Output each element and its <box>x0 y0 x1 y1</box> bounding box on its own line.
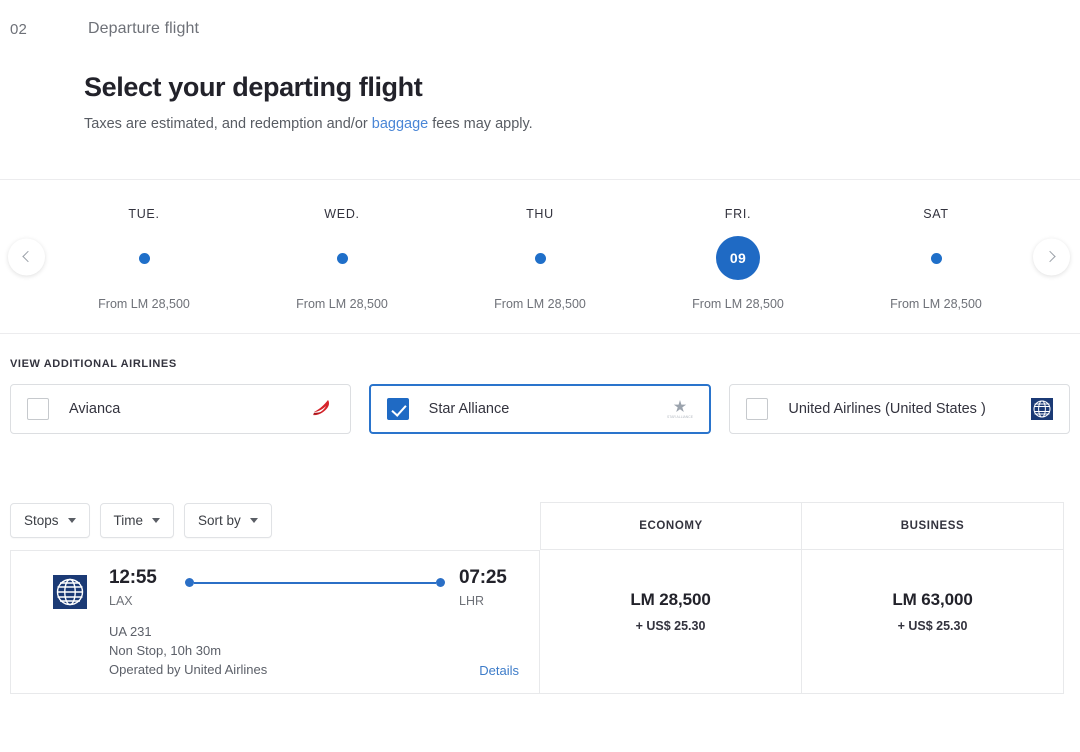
results-grid: Stops Time Sort by ECONOMY BUSINESS 12:5… <box>10 502 1070 694</box>
prev-dates-button[interactable] <box>8 238 45 275</box>
additional-airlines-label: VIEW ADDITIONAL AIRLINES <box>10 358 177 370</box>
sort-by-button[interactable]: Sort by <box>184 503 272 538</box>
date-price-label: From LM 28,500 <box>692 297 784 311</box>
sort-by-label: Sort by <box>198 513 241 528</box>
path-end-dot-icon <box>436 578 445 587</box>
chevron-right-icon <box>1044 250 1056 263</box>
date-selector: TUE. From LM 28,500 WED. From LM 28,500 … <box>0 179 1080 334</box>
step-number: 02 <box>10 20 28 38</box>
airline-option-star-alliance[interactable]: Star Alliance STAR ALLIANCE <box>368 384 712 434</box>
business-price: LM 63,000 <box>892 590 973 609</box>
arrival-airport-code: LHR <box>459 594 485 608</box>
date-dow-label: FRI. <box>724 207 752 221</box>
time-filter-button[interactable]: Time <box>99 503 175 538</box>
date-marker <box>534 235 546 281</box>
flight-path-graphic <box>171 567 459 587</box>
date-dot-icon <box>930 252 942 264</box>
svg-text:STAR ALLIANCE: STAR ALLIANCE <box>667 415 693 419</box>
intro-section: Select your departing flight Taxes are e… <box>0 44 1080 132</box>
departure-time: 12:55 <box>109 567 157 588</box>
date-price-label: From LM 28,500 <box>890 297 982 311</box>
star-alliance-checkbox[interactable] <box>386 398 409 420</box>
time-filter-label: Time <box>113 513 144 528</box>
chevron-down-icon <box>67 518 76 523</box>
column-header-business: BUSINESS <box>802 502 1064 550</box>
date-price-label: From LM 28,500 <box>296 297 388 311</box>
step-title: Departure flight <box>88 20 199 37</box>
operated-by: Operated by United Airlines <box>109 662 268 677</box>
date-marker <box>138 235 150 281</box>
taxes-note-prefix: Taxes are estimated, and redemption and/… <box>84 116 372 132</box>
stops-filter-label: Stops <box>24 513 59 528</box>
economy-price: LM 28,500 <box>630 590 711 609</box>
date-option-fri-selected[interactable]: FRI. 09 From LM 28,500 <box>639 180 837 333</box>
carrier-logo-icon <box>53 567 89 679</box>
chevron-left-icon <box>22 250 34 263</box>
flight-meta: UA 231 Non Stop, 10h 30m Operated by Uni… <box>109 622 521 679</box>
avianca-logo-icon <box>304 396 334 422</box>
date-price-label: From LM 28,500 <box>98 297 190 311</box>
flight-results: Stops Time Sort by ECONOMY BUSINESS 12:5… <box>0 502 1080 694</box>
arrival-time: 07:25 <box>459 567 507 588</box>
date-option-wed[interactable]: WED. From LM 28,500 <box>243 180 441 333</box>
date-option-thu[interactable]: THU From LM 28,500 <box>441 180 639 333</box>
economy-tax: + US$ 25.30 <box>635 619 706 633</box>
date-dot-icon <box>336 252 348 264</box>
path-line <box>194 581 436 584</box>
united-airlines-logo-icon <box>1023 396 1054 422</box>
taxes-note: Taxes are estimated, and redemption and/… <box>84 116 1080 132</box>
flight-number: UA 231 <box>109 624 152 639</box>
date-dow-label: WED. <box>324 207 360 221</box>
path-start-dot-icon <box>185 578 194 587</box>
airline-name-label: United Airlines (United States ) <box>788 401 986 417</box>
additional-airlines-section: VIEW ADDITIONAL AIRLINES Avianca Star Al… <box>0 334 1080 434</box>
arrival-block: 07:25 LHR <box>459 567 521 608</box>
filters-toolbar: Stops Time Sort by <box>10 502 540 550</box>
date-dow-label: THU <box>526 207 554 221</box>
airline-option-united-airlines[interactable]: United Airlines (United States ) <box>729 384 1071 434</box>
date-dot-icon <box>138 252 150 264</box>
date-price-label: From LM 28,500 <box>494 297 586 311</box>
page-title: Select your departing flight <box>84 72 423 102</box>
economy-price-cell[interactable]: LM 28,500 + US$ 25.30 <box>540 550 802 694</box>
flight-times: 12:55 LAX 07:25 LHR <box>109 567 521 608</box>
date-dot-icon <box>534 252 546 264</box>
chevron-down-icon <box>152 518 161 523</box>
table-row[interactable]: 12:55 LAX 07:25 LHR UA 231 Non Stop, 10h… <box>10 550 540 694</box>
next-dates-button[interactable] <box>1033 238 1070 275</box>
avianca-checkbox[interactable] <box>27 398 49 420</box>
date-option-sat[interactable]: SAT From LM 28,500 <box>837 180 1035 333</box>
flight-details: 12:55 LAX 07:25 LHR UA 231 Non Stop, 10h… <box>89 567 521 679</box>
airline-name-label: Star Alliance <box>428 401 510 417</box>
departure-block: 12:55 LAX <box>109 567 171 608</box>
baggage-link[interactable]: baggage <box>372 116 428 132</box>
stops-filter-button[interactable]: Stops <box>10 503 90 538</box>
taxes-note-suffix: fees may apply. <box>428 116 533 132</box>
business-price-cell[interactable]: LM 63,000 + US$ 25.30 <box>802 550 1064 694</box>
details-link[interactable]: Details <box>479 663 519 679</box>
date-dow-label: TUE. <box>128 207 160 221</box>
date-marker <box>336 235 348 281</box>
star-alliance-logo-icon: STAR ALLIANCE <box>663 396 693 422</box>
step-header: 02 Departure flight <box>0 0 1080 44</box>
date-columns: TUE. From LM 28,500 WED. From LM 28,500 … <box>0 180 1080 333</box>
departure-airport-code: LAX <box>109 594 133 608</box>
date-dow-label: SAT <box>923 207 949 221</box>
chevron-down-icon <box>249 518 258 523</box>
airline-cards: Avianca Star Alliance STAR ALLIANCE Unit… <box>10 384 1071 434</box>
united-airlines-checkbox[interactable] <box>746 398 769 420</box>
business-tax: + US$ 25.30 <box>897 619 968 633</box>
selected-day-badge: 09 <box>716 236 760 280</box>
date-option-tue[interactable]: TUE. From LM 28,500 <box>45 180 243 333</box>
date-marker: 09 <box>716 235 760 281</box>
airline-name-label: Avianca <box>69 401 121 417</box>
airline-option-avianca[interactable]: Avianca <box>10 384 351 434</box>
flight-meta-lines: UA 231 Non Stop, 10h 30m Operated by Uni… <box>109 622 479 679</box>
stops-duration: Non Stop, 10h 30m <box>109 643 222 658</box>
date-marker <box>930 235 942 281</box>
column-header-economy: ECONOMY <box>540 502 802 550</box>
